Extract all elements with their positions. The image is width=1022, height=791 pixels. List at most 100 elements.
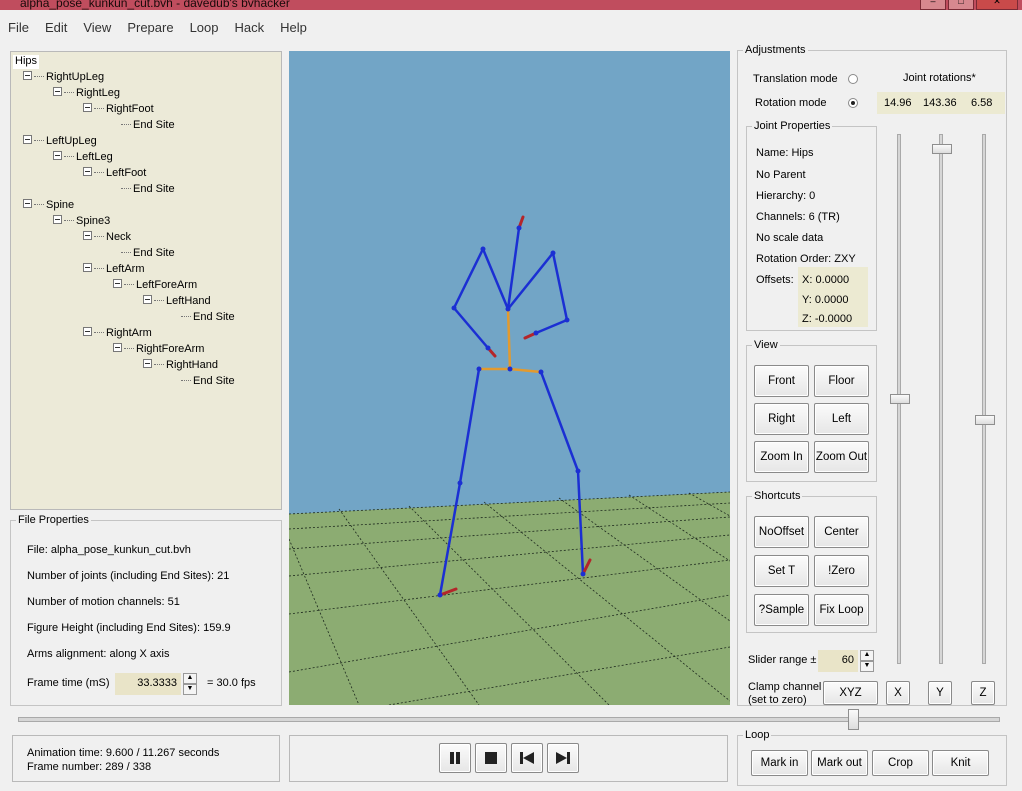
viewport-canvas[interactable] bbox=[289, 51, 730, 705]
frame-time-up-button[interactable]: ▲ bbox=[183, 673, 197, 684]
motion-channels-text: Number of motion channels: 51 bbox=[27, 596, 180, 608]
clamp-xyz-button[interactable]: XYZ bbox=[823, 681, 878, 705]
previous-frame-button[interactable] bbox=[511, 743, 543, 773]
tree-node[interactable]: RightHand bbox=[143, 359, 218, 373]
view-left-button[interactable]: Left bbox=[814, 403, 869, 435]
zoom-in-button[interactable]: Zoom In bbox=[754, 441, 809, 473]
tree-node[interactable]: End Site bbox=[173, 311, 235, 325]
fix-loop-button[interactable]: Fix Loop bbox=[814, 594, 869, 626]
menu-file[interactable]: File bbox=[0, 17, 37, 39]
3d-viewport[interactable] bbox=[289, 51, 730, 705]
clamp-z-button[interactable]: Z bbox=[971, 681, 995, 705]
tree-node[interactable]: Hips bbox=[13, 55, 40, 69]
sample-button[interactable]: ?Sample bbox=[754, 594, 809, 626]
zoom-out-button[interactable]: Zoom Out bbox=[814, 441, 869, 473]
tree-node-label: RightFoot bbox=[106, 103, 154, 115]
tree-node[interactable]: Spine bbox=[23, 199, 74, 213]
collapse-icon[interactable] bbox=[83, 103, 92, 112]
collapse-icon[interactable] bbox=[83, 231, 92, 240]
collapse-icon[interactable] bbox=[53, 215, 62, 224]
tree-node[interactable]: LeftUpLeg bbox=[23, 135, 97, 149]
mark-in-button[interactable]: Mark in bbox=[751, 750, 808, 776]
tree-node[interactable]: RightArm bbox=[83, 327, 152, 341]
skip-back-icon bbox=[520, 752, 534, 764]
joint-name-text: Name: Hips bbox=[756, 147, 814, 159]
frame-time-down-button[interactable]: ▼ bbox=[183, 684, 197, 695]
stop-button[interactable] bbox=[475, 743, 507, 773]
collapse-icon[interactable] bbox=[143, 359, 152, 368]
slider-y-thumb[interactable] bbox=[932, 144, 952, 155]
collapse-icon[interactable] bbox=[83, 327, 92, 336]
maximize-button[interactable]: □ bbox=[948, 0, 974, 10]
tree-node[interactable]: End Site bbox=[113, 119, 175, 133]
clamp-y-button[interactable]: Y bbox=[928, 681, 952, 705]
collapse-icon[interactable] bbox=[113, 343, 122, 352]
collapse-icon[interactable] bbox=[23, 135, 32, 144]
tree-node[interactable]: LeftHand bbox=[143, 295, 211, 309]
timeline-thumb[interactable] bbox=[847, 709, 859, 730]
close-button[interactable]: ✕ bbox=[976, 0, 1018, 10]
collapse-icon[interactable] bbox=[53, 87, 62, 96]
slider-z-thumb[interactable] bbox=[975, 414, 995, 425]
set-t-button[interactable]: Set T bbox=[754, 555, 809, 587]
menu-help[interactable]: Help bbox=[272, 17, 315, 39]
collapse-icon[interactable] bbox=[113, 279, 122, 288]
tree-node[interactable]: End Site bbox=[173, 375, 235, 389]
tree-node[interactable]: Neck bbox=[83, 231, 131, 245]
tree-node[interactable]: LeftFoot bbox=[83, 167, 146, 181]
zero-button[interactable]: !Zero bbox=[814, 555, 869, 587]
slider-y-track[interactable] bbox=[939, 134, 943, 664]
collapse-icon[interactable] bbox=[53, 151, 62, 160]
collapse-icon[interactable] bbox=[83, 263, 92, 272]
tree-node[interactable]: Spine3 bbox=[53, 215, 110, 229]
menu-view[interactable]: View bbox=[75, 17, 119, 39]
knit-button[interactable]: Knit bbox=[932, 750, 989, 776]
view-right-button[interactable]: Right bbox=[754, 403, 809, 435]
slider-range-up-button[interactable]: ▲ bbox=[860, 650, 874, 661]
menu-hack[interactable]: Hack bbox=[226, 17, 272, 39]
joint-hierarchy-tree[interactable]: Hips RightUpLeg RightLeg RightFoot End Site L… bbox=[10, 51, 282, 510]
slider-range-input[interactable]: 60 bbox=[818, 650, 858, 672]
frame-time-input[interactable]: 33.3333 bbox=[115, 673, 181, 695]
minimize-button[interactable]: – bbox=[920, 0, 946, 10]
tree-node[interactable]: LeftLeg bbox=[53, 151, 113, 165]
clamp-x-button[interactable]: X bbox=[886, 681, 910, 705]
tree-node-label: RightHand bbox=[166, 359, 218, 371]
mark-out-button[interactable]: Mark out bbox=[811, 750, 868, 776]
view-floor-button[interactable]: Floor bbox=[814, 365, 869, 397]
tree-node[interactable]: End Site bbox=[113, 183, 175, 197]
view-front-button[interactable]: Front bbox=[754, 365, 809, 397]
loop-group: Loop Mark in Mark out Crop Knit bbox=[737, 729, 1007, 786]
collapse-icon[interactable] bbox=[143, 295, 152, 304]
tree-node-label: Hips bbox=[15, 55, 38, 67]
tree-node[interactable]: RightUpLeg bbox=[23, 71, 104, 85]
center-button[interactable]: Center bbox=[814, 516, 869, 548]
next-frame-button[interactable] bbox=[547, 743, 579, 773]
slider-z-track[interactable] bbox=[982, 134, 986, 664]
tree-connector bbox=[94, 172, 104, 173]
tree-node[interactable]: End Site bbox=[113, 247, 175, 261]
tree-node-label: End Site bbox=[193, 375, 235, 387]
tree-node[interactable]: RightForeArm bbox=[113, 343, 204, 357]
collapse-icon[interactable] bbox=[23, 71, 32, 80]
menu-loop[interactable]: Loop bbox=[182, 17, 227, 39]
tree-node[interactable]: RightLeg bbox=[53, 87, 120, 101]
slider-x-thumb[interactable] bbox=[890, 394, 910, 404]
menu-prepare[interactable]: Prepare bbox=[119, 17, 181, 39]
collapse-icon[interactable] bbox=[23, 199, 32, 208]
tree-node-label: LeftHand bbox=[166, 295, 211, 307]
loop-legend: Loop bbox=[745, 729, 770, 741]
tree-node[interactable]: LeftArm bbox=[83, 263, 145, 277]
slider-range-down-button[interactable]: ▼ bbox=[860, 661, 874, 672]
tree-node[interactable]: RightFoot bbox=[83, 103, 154, 117]
tree-node[interactable]: LeftForeArm bbox=[113, 279, 197, 293]
translation-mode-radio[interactable] bbox=[848, 74, 858, 84]
collapse-icon[interactable] bbox=[83, 167, 92, 176]
rotation-mode-radio[interactable] bbox=[848, 98, 858, 108]
tree-node-label: End Site bbox=[133, 183, 175, 195]
nooffset-button[interactable]: NoOffset bbox=[754, 516, 809, 548]
crop-button[interactable]: Crop bbox=[872, 750, 929, 776]
frame-time-label: Frame time (mS) bbox=[27, 677, 110, 689]
pause-button[interactable] bbox=[439, 743, 471, 773]
menu-edit[interactable]: Edit bbox=[37, 17, 75, 39]
